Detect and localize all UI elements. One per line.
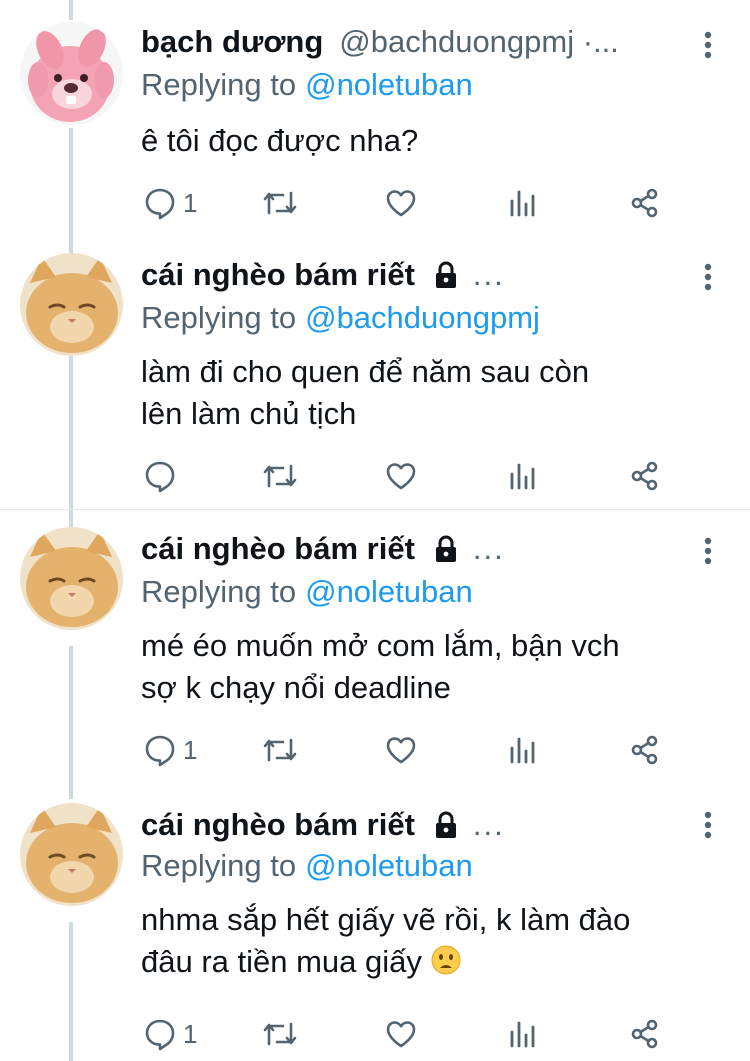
retweet-button[interactable]	[261, 456, 299, 496]
tweet-text: làm đi cho quen để năm sau còn lên làm c…	[141, 351, 731, 435]
display-name[interactable]: bạch dương	[141, 22, 323, 62]
more-options-icon[interactable]	[700, 30, 716, 60]
views-button[interactable]	[509, 730, 539, 770]
like-button[interactable]	[384, 183, 418, 223]
thread-line	[69, 922, 73, 1061]
lock-icon	[431, 534, 461, 564]
tweet-actions	[141, 456, 681, 496]
user-handle[interactable]: ...	[473, 805, 505, 845]
tweet-header: bạch dương @bachduongpmj ·...	[141, 22, 619, 62]
retweet-icon	[263, 191, 297, 215]
more-options-icon[interactable]	[700, 262, 716, 292]
share-button[interactable]	[628, 183, 662, 223]
tweet-text-line: ê tôi đọc được nha?	[141, 123, 419, 158]
tweet-text-line: sợ k chạy nổi deadline	[141, 670, 451, 705]
display-name[interactable]: cái nghèo bám riết	[141, 529, 415, 569]
avatar[interactable]	[20, 22, 123, 125]
heart-icon	[386, 737, 416, 764]
reply-count: 1	[183, 734, 198, 765]
replying-to-label: Replying to	[141, 300, 297, 335]
lock-icon	[431, 810, 461, 840]
reply-icon	[145, 461, 175, 493]
analytics-icon	[510, 1021, 535, 1048]
divider	[0, 509, 750, 510]
user-handle[interactable]: @bachduongpmj ·...	[339, 22, 619, 62]
replying-to: Replying to @noletuban	[141, 65, 473, 105]
thread-line	[69, 0, 73, 20]
tweet-text-line-with-emoji: đâu ra tiền mua giấy	[141, 941, 731, 983]
user-handle[interactable]: ...	[473, 255, 505, 295]
views-button[interactable]	[509, 183, 539, 223]
retweet-button[interactable]	[261, 183, 299, 223]
tweet-text-line: làm đi cho quen để năm sau còn	[141, 354, 590, 389]
retweet-icon	[263, 1022, 297, 1046]
share-button[interactable]	[628, 730, 662, 770]
mention-link[interactable]: @noletuban	[305, 574, 473, 609]
replying-to: Replying to @noletuban	[141, 846, 473, 886]
retweet-button[interactable]	[261, 730, 299, 770]
heart-icon	[386, 463, 416, 490]
tweet-text-line: lên làm chủ tịch	[141, 396, 357, 431]
reply-count: 1	[183, 1018, 198, 1049]
tweet-text-line: nhma sắp hết giấy vẽ rồi, k làm đào	[141, 902, 631, 937]
reply-button[interactable]: 1	[143, 183, 197, 223]
avatar[interactable]	[20, 253, 123, 356]
tweet-header: cái nghèo bám riết ...	[141, 805, 505, 845]
replying-to-label: Replying to	[141, 67, 297, 102]
heart-icon	[386, 1021, 416, 1048]
replying-to-label: Replying to	[141, 848, 297, 883]
display-name[interactable]: cái nghèo bám riết	[141, 805, 415, 845]
reply-button[interactable]: 1	[143, 730, 197, 770]
avatar[interactable]	[20, 803, 123, 906]
like-button[interactable]	[384, 730, 418, 770]
more-options-icon[interactable]	[700, 810, 716, 840]
reply-icon	[145, 735, 175, 767]
retweet-icon	[263, 464, 297, 488]
user-handle[interactable]: ...	[473, 529, 505, 569]
tweet-text-line: đâu ra tiền mua giấy	[141, 944, 422, 979]
mention-link[interactable]: @noletuban	[305, 848, 473, 883]
heart-icon	[386, 190, 416, 217]
share-icon	[631, 1019, 658, 1049]
analytics-icon	[510, 190, 535, 217]
reply-button[interactable]: 1	[143, 1014, 197, 1054]
tweet-text-line: mé éo muốn mở com lắm, bận vch	[141, 628, 620, 663]
reply-icon	[145, 188, 175, 220]
like-button[interactable]	[384, 1014, 418, 1054]
tweet-actions: 1	[141, 183, 681, 223]
tweet-text: ê tôi đọc được nha?	[141, 120, 731, 162]
mention-link[interactable]: @bachduongpmj	[305, 300, 540, 335]
retweet-button[interactable]	[261, 1014, 299, 1054]
share-button[interactable]	[628, 1014, 662, 1054]
reply-count: 1	[183, 187, 198, 218]
reply-button[interactable]	[143, 456, 183, 496]
tweet-text: nhma sắp hết giấy vẽ rồi, k làm đào đâu …	[141, 899, 731, 983]
analytics-icon	[510, 737, 535, 764]
tweet-header: cái nghèo bám riết ...	[141, 529, 505, 569]
tweet-actions: 1	[141, 730, 681, 770]
share-icon	[631, 735, 658, 765]
mention-link[interactable]: @noletuban	[305, 67, 473, 102]
more-options-icon[interactable]	[700, 536, 716, 566]
avatar[interactable]	[20, 527, 123, 630]
share-button[interactable]	[628, 456, 662, 496]
display-name[interactable]: cái nghèo bám riết	[141, 255, 415, 295]
share-icon	[631, 188, 658, 218]
share-icon	[631, 461, 658, 491]
lock-icon	[431, 260, 461, 290]
replying-to: Replying to @bachduongpmj	[141, 298, 540, 338]
views-button[interactable]	[509, 456, 539, 496]
frowning-face-emoji	[430, 944, 462, 976]
replying-to-label: Replying to	[141, 574, 297, 609]
thread-line	[69, 646, 73, 799]
replying-to: Replying to @noletuban	[141, 572, 473, 612]
retweet-icon	[263, 738, 297, 762]
views-button[interactable]	[509, 1014, 539, 1054]
tweet-text: mé éo muốn mở com lắm, bận vch sợ k chạy…	[141, 625, 731, 709]
tweet-actions: 1	[141, 1014, 681, 1054]
like-button[interactable]	[384, 456, 418, 496]
analytics-icon	[510, 463, 535, 490]
tweet-header: cái nghèo bám riết ...	[141, 255, 505, 295]
reply-icon	[145, 1019, 175, 1051]
